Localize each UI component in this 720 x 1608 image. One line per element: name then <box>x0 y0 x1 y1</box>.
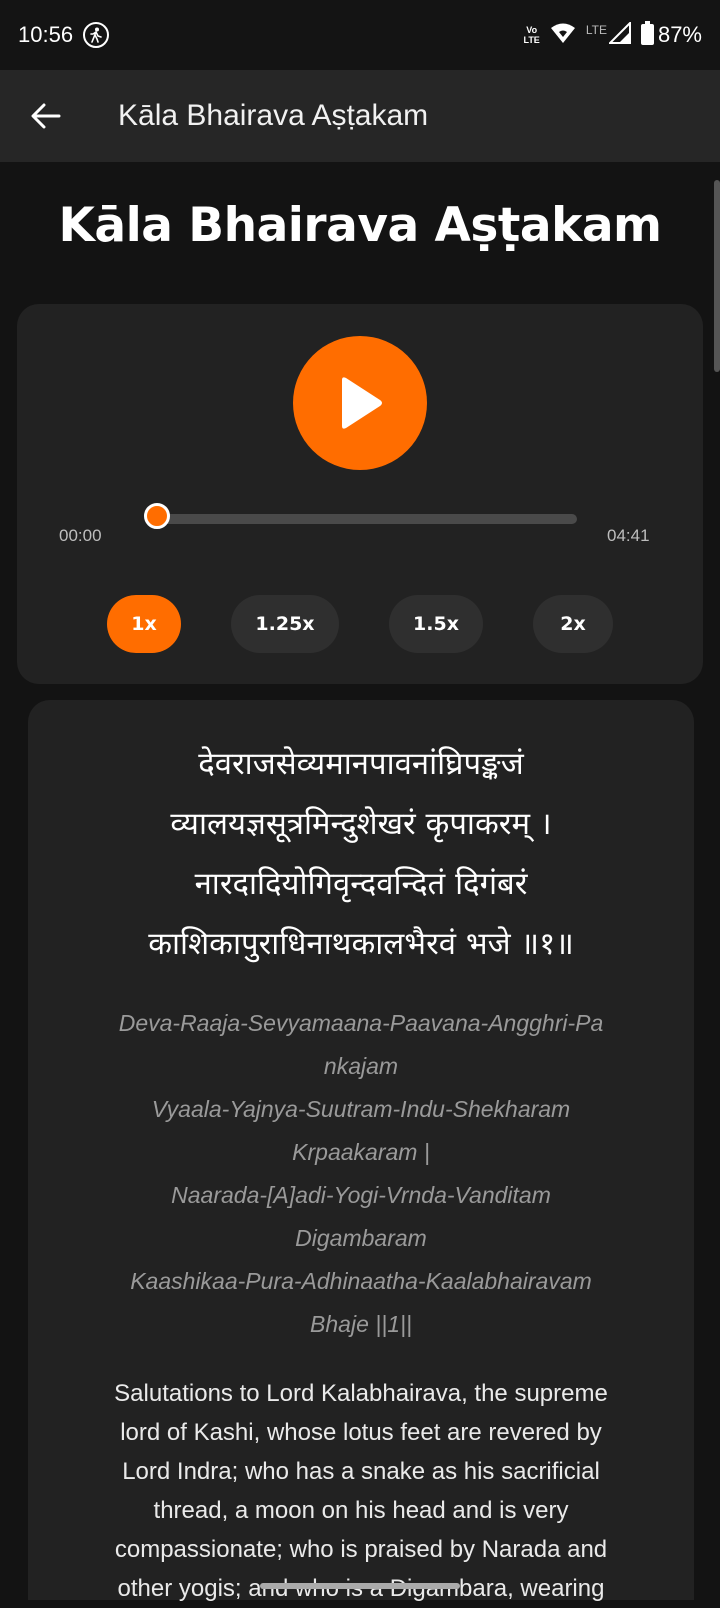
walk-icon <box>83 22 110 48</box>
translation-line: Lord Indra; who has a snake as his sacri… <box>122 1458 600 1485</box>
sanskrit-verse: देवराजसेव्यमानपावनांघ्रिपङ्कजं व्यालयज्ञ… <box>48 734 674 974</box>
speed-button-1-25x[interactable]: 1.25x <box>231 595 339 653</box>
signal-icon <box>607 20 631 49</box>
translation-line: lord of Kashi, whose lotus feet are reve… <box>120 1419 602 1446</box>
transliteration-line: Digambaram <box>295 1225 427 1251</box>
sanskrit-line: व्यालयज्ञसूत्रमिन्दुशेखरं कृपाकरम् । <box>170 806 552 842</box>
speed-button-1-5x[interactable]: 1.5x <box>389 595 483 653</box>
battery-percent: 87% <box>657 22 702 47</box>
transliteration: Deva-Raaja-Sevyamaana-Paavana-Angghri-Pa… <box>52 1002 670 1346</box>
play-button[interactable] <box>293 336 427 470</box>
translation-line: compassionate; who is praised by Narada … <box>114 1536 608 1563</box>
transliteration-line: Vyaala-Yajnya-Suutram-Indu-Shekharam <box>151 1096 571 1122</box>
sanskrit-line: देवराजसेव्यमानपावनांघ्रिपङ्कजं <box>198 746 524 782</box>
arrow-left-icon <box>31 103 61 129</box>
transliteration-line: Bhaje ||1|| <box>310 1311 412 1337</box>
status-icons: Vo LTE LTE 87% <box>523 20 702 50</box>
speed-button-1x[interactable]: 1x <box>107 595 181 653</box>
app-bar-title: Kāla Bhairava Aṣṭakam <box>118 99 429 132</box>
network-type: LTE <box>585 22 607 37</box>
status-time: 10:56 <box>18 22 74 47</box>
page-title: Kāla Bhairava Aṣṭakam <box>58 198 662 253</box>
verse-card: देवराजसेव्यमानपावनांघ्रिपङ्कजं व्यालयज्ञ… <box>28 700 694 1602</box>
battery-icon <box>640 20 654 50</box>
translation-line: thread, a moon on his head and is very <box>153 1497 569 1524</box>
wifi-icon <box>550 22 576 49</box>
translation: Salutations to Lord Kalabhairava, the su… <box>64 1374 658 1608</box>
audio-player-card: 00:00 04:41 1x 1.25x 1.5x 2x <box>17 304 703 684</box>
sanskrit-line: काशिकापुराधिनाथकालभैरवं भजे ॥१॥ <box>148 926 574 962</box>
volte-icon: Vo LTE <box>523 25 540 45</box>
transliteration-line: Deva-Raaja-Sevyamaana-Paavana-Angghri-Pa <box>118 1010 604 1036</box>
seek-bar-thumb[interactable] <box>144 503 170 529</box>
transliteration-line: Naarada-[A]adi-Yogi-Vrnda-Vanditam <box>171 1182 551 1208</box>
total-time: 04:41 <box>607 526 650 545</box>
current-time: 00:00 <box>59 526 102 545</box>
status-bar: 10:56 Vo LTE LTE 87% <box>0 0 720 70</box>
back-button[interactable] <box>22 92 70 140</box>
transliteration-line: nkajam <box>323 1053 399 1079</box>
translation-line: Salutations to Lord Kalabhairava, the su… <box>114 1380 608 1407</box>
seek-bar[interactable] <box>144 503 577 529</box>
speed-button-2x[interactable]: 2x <box>533 595 613 653</box>
transliteration-line: Krpaakaram | <box>292 1139 430 1165</box>
play-icon <box>342 377 382 429</box>
gesture-nav-handle[interactable] <box>260 1583 460 1589</box>
app-bar: Kāla Bhairava Aṣṭakam <box>0 70 720 162</box>
sanskrit-line: नारदादियोगिवृन्दवन्दितं दिगंबरं <box>194 866 528 902</box>
transliteration-line: Kaashikaa-Pura-Adhinaatha-Kaalabhairavam <box>130 1268 592 1294</box>
